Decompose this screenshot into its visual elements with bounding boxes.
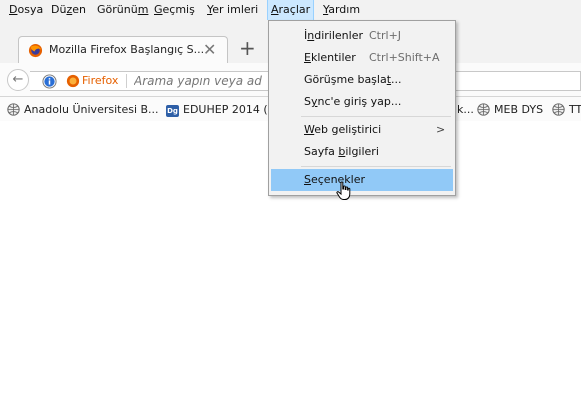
menu-separator [301,116,451,117]
submenu-arrow-icon: > [436,123,446,136]
url-search-input[interactable] [134,73,264,89]
url-separator [126,74,127,88]
menu-bar: Dosya Düzen Görünüm Geçmiş Yer imleri Ar… [0,0,581,21]
menu-item-options[interactable]: Seçenekler [271,169,453,191]
dg-favicon-icon: Dg [166,105,179,117]
menu-gecmis[interactable]: Geçmiş [151,0,198,20]
menu-item-start-conversation[interactable]: Görüşme başlat... [271,69,453,91]
bookmark-meb-dys[interactable]: MEB DYS [477,102,543,118]
close-tab-icon[interactable]: ✕ [203,40,216,59]
menu-gorunum[interactable]: Görünüm [94,0,151,20]
bookmark-anadolu[interactable]: Anadolu Üniversitesi B... [7,102,159,118]
bookmark-eduhep[interactable]: Dg EDUHEP 2014 (E [166,102,275,118]
menu-item-page-info[interactable]: Sayfa bilgileri [271,141,453,163]
menu-separator [301,166,451,167]
back-arrow-icon: ← [12,72,24,87]
tab-mozilla-firefox-start[interactable]: Mozilla Firefox Başlangıç S... ✕ [18,36,228,64]
menu-item-web-developer[interactable]: Web geliştirici > [271,119,453,141]
info-icon[interactable] [42,74,57,89]
bookmark-k[interactable]: k... [457,102,474,118]
firefox-icon [28,43,43,58]
menu-item-sync-signin[interactable]: Sync'e giriş yap... [271,91,453,113]
menu-yer-imleri[interactable]: Yer imleri [204,0,261,20]
globe-icon [552,103,565,116]
globe-icon [7,103,20,116]
menu-dosya[interactable]: Dosya [6,0,46,20]
menu-item-addons[interactable]: Eklentiler Ctrl+Shift+A [271,47,453,69]
hand-cursor-icon [336,181,351,200]
menu-yardim[interactable]: Yardım [320,0,363,20]
tools-menu: İndirilenler Ctrl+J Eklentiler Ctrl+Shif… [268,20,456,196]
shortcut-label: Ctrl+J [369,29,402,42]
globe-icon [477,103,490,116]
back-button[interactable]: ← [7,69,29,91]
shortcut-label: Ctrl+Shift+A [369,51,440,64]
identity-label: Firefox [82,74,119,87]
menu-item-downloads[interactable]: İndirilenler Ctrl+J [271,25,453,47]
tab-title: Mozilla Firefox Başlangıç S... [49,43,205,56]
menu-duzen[interactable]: Düzen [48,0,89,20]
firefox-icon [66,74,80,88]
menu-araclar[interactable]: Araçlar [266,0,315,21]
new-tab-button[interactable]: + [239,38,256,58]
bookmark-tt[interactable]: TT [552,102,581,118]
